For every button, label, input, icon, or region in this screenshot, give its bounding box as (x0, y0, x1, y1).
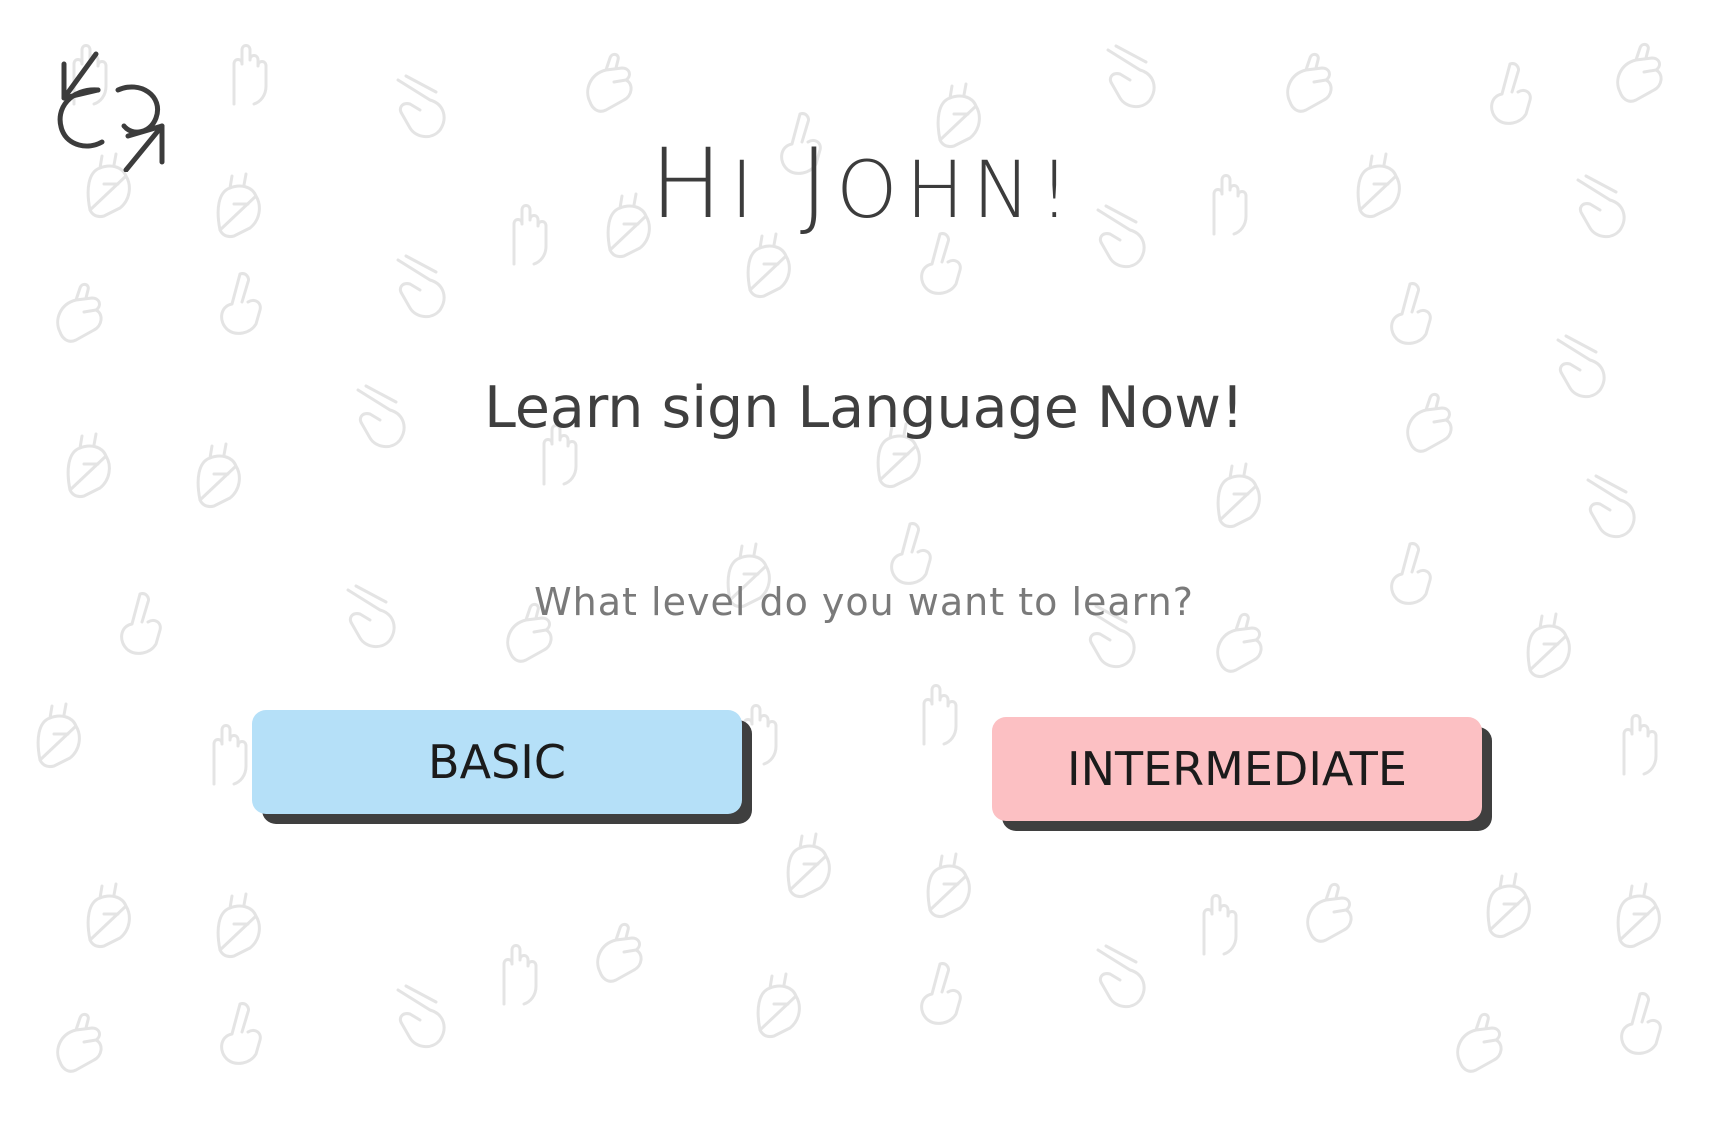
name-rest: OHN! (836, 146, 1078, 236)
greeting-title: HI JOHN! (0, 131, 1728, 238)
greeting-rest: I (730, 146, 762, 236)
headline: Learn sign Language Now! (484, 375, 1244, 441)
level-question: What level do you want to learn? (534, 580, 1194, 624)
greeting-initial: H (650, 128, 731, 240)
basic-level-button[interactable]: BASIC (252, 710, 742, 814)
intermediate-level-button[interactable]: INTERMEDIATE (992, 717, 1482, 821)
name-initial: J (799, 128, 837, 240)
